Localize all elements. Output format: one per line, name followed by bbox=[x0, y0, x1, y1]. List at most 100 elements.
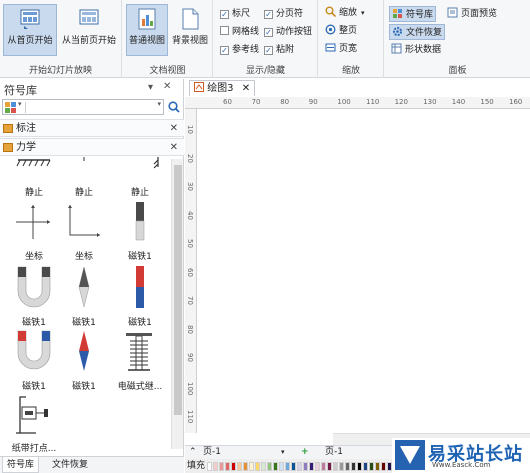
ruler-checkbox[interactable]: ✓ 标尺 bbox=[220, 6, 250, 22]
search-icon[interactable] bbox=[168, 101, 180, 113]
ruler-tick-label: 40 bbox=[186, 210, 194, 220]
shape-item[interactable]: 磁铁1 bbox=[112, 265, 168, 328]
color-swatch[interactable] bbox=[255, 462, 260, 471]
panel-tabs: 符号库 文件恢复 bbox=[0, 456, 184, 473]
compass-needle-icon bbox=[78, 266, 90, 308]
color-swatch[interactable] bbox=[279, 462, 284, 471]
zoom-group: 缩放 ▾ 整页 页宽 缩放 bbox=[319, 0, 384, 78]
color-swatch[interactable] bbox=[327, 462, 332, 471]
color-swatch[interactable] bbox=[207, 462, 212, 471]
search-dropdown-icon[interactable]: ▾ bbox=[157, 100, 161, 108]
shape-label: 电磁式继... bbox=[117, 382, 163, 392]
color-swatch[interactable] bbox=[303, 462, 308, 471]
bar-magnet-vertical-icon bbox=[135, 202, 145, 241]
color-swatch[interactable] bbox=[363, 462, 368, 471]
snap-checkbox[interactable]: ✓ 粘附 bbox=[264, 42, 294, 58]
action-buttons-checkbox[interactable]: ✓ 动作按钮 bbox=[264, 24, 312, 40]
ruler-tick-label: 110 bbox=[186, 410, 194, 424]
zoom-button[interactable]: 缩放 ▾ bbox=[325, 5, 365, 21]
color-swatch[interactable] bbox=[231, 462, 236, 471]
color-swatch[interactable] bbox=[315, 462, 320, 471]
color-swatch[interactable] bbox=[237, 462, 242, 471]
normal-view-button[interactable]: 普通视图 bbox=[126, 4, 168, 56]
tab-file-recovery[interactable]: 文件恢复 bbox=[48, 457, 92, 473]
gridlines-checkbox[interactable]: 网格线 bbox=[220, 24, 259, 40]
color-swatch[interactable] bbox=[321, 462, 326, 471]
color-swatch[interactable] bbox=[261, 462, 266, 471]
shape-data-button[interactable]: 形状数据 bbox=[391, 42, 441, 58]
ruler-tick-label: 20 bbox=[186, 153, 194, 163]
axis-corner-icon bbox=[68, 205, 100, 237]
shape-item[interactable]: 纸带打点... bbox=[6, 393, 62, 454]
add-page-icon[interactable]: + bbox=[301, 446, 309, 459]
background-view-icon bbox=[182, 8, 199, 30]
color-swatch[interactable] bbox=[225, 462, 230, 471]
page-preview-button[interactable]: 页面预览 bbox=[447, 6, 497, 22]
color-swatch[interactable] bbox=[375, 462, 380, 471]
category-dropdown-icon[interactable]: ▾ bbox=[18, 100, 22, 108]
start-from-first-button[interactable]: 从首页开始 bbox=[3, 4, 57, 56]
page-tab[interactable]: 页-1 bbox=[325, 446, 343, 459]
color-swatch[interactable] bbox=[249, 462, 254, 471]
u-magnet-icon bbox=[17, 266, 51, 308]
page-width-button[interactable]: 页宽 bbox=[325, 41, 357, 57]
color-swatch[interactable] bbox=[357, 462, 362, 471]
color-swatch[interactable] bbox=[297, 462, 302, 471]
color-swatch[interactable] bbox=[243, 462, 248, 471]
ruler-tick-label: 70 bbox=[251, 98, 261, 106]
page-dropdown-icon[interactable]: ▾ bbox=[281, 446, 285, 459]
file-recovery-label: 文件恢复 bbox=[406, 28, 443, 38]
whole-page-button[interactable]: 整页 bbox=[325, 23, 357, 39]
coil-relay-icon bbox=[126, 333, 152, 371]
color-swatch[interactable] bbox=[369, 462, 374, 471]
color-swatch[interactable] bbox=[381, 462, 386, 471]
file-recovery-button[interactable]: 文件恢复 bbox=[389, 24, 446, 40]
ruler-tick-label: 100 bbox=[186, 381, 194, 395]
page-bar-up-icon[interactable]: ⌃ bbox=[189, 446, 197, 459]
pagebreak-check-icon: ✓ bbox=[264, 10, 273, 19]
color-swatch[interactable] bbox=[219, 462, 224, 471]
category-close-icon[interactable]: ✕ bbox=[170, 120, 178, 137]
shape-item[interactable]: 磁铁1 bbox=[112, 201, 168, 262]
document-tab[interactable]: 绘图3 ✕ bbox=[189, 80, 256, 96]
symbol-library-label: 符号库 bbox=[406, 10, 434, 20]
pagebreak-checkbox[interactable]: ✓ 分页符 bbox=[264, 6, 303, 22]
color-swatch[interactable] bbox=[213, 462, 218, 471]
document-tab-close-icon[interactable]: ✕ bbox=[242, 83, 250, 94]
color-swatch[interactable] bbox=[333, 462, 338, 471]
drawing-icon bbox=[194, 82, 204, 92]
guides-checkbox[interactable]: ✓ 参考线 bbox=[220, 42, 259, 58]
color-swatch[interactable] bbox=[339, 462, 344, 471]
snap-check-icon: ✓ bbox=[264, 46, 273, 55]
action-buttons-label: 动作按钮 bbox=[276, 27, 313, 37]
category-close-icon[interactable]: ✕ bbox=[170, 139, 178, 156]
showhide-group: ✓ 标尺 ✓ 分页符 网格线 ✓ 动作按钮 ✓ 参考线 ✓ 粘附 显示/隐藏 bbox=[214, 0, 318, 78]
color-swatch[interactable] bbox=[309, 462, 314, 471]
start-from-current-button[interactable]: 从当前页开始 bbox=[58, 4, 120, 56]
docview-group: 普通视图 背景视图 文档视图 bbox=[123, 0, 213, 78]
color-swatch[interactable] bbox=[345, 462, 350, 471]
panel-scrollbar[interactable] bbox=[171, 159, 183, 449]
shape-label: 纸带打点... bbox=[11, 444, 57, 454]
color-swatch[interactable] bbox=[273, 462, 278, 471]
category-header-mechanics[interactable]: 力学 ✕ bbox=[0, 138, 184, 156]
shape-label: 静止 bbox=[130, 188, 149, 198]
shape-item[interactable]: 电磁式继... bbox=[112, 329, 168, 392]
ruler-tick-label: 90 bbox=[308, 98, 318, 106]
whole-page-icon bbox=[325, 24, 336, 35]
shape-item[interactable]: 静止 bbox=[112, 157, 168, 198]
color-swatch[interactable] bbox=[267, 462, 272, 471]
panel-scrollbar-thumb[interactable] bbox=[174, 165, 182, 415]
watermark-logo-icon bbox=[395, 440, 425, 470]
panel-pin-icon[interactable]: ▾ bbox=[148, 82, 153, 93]
color-swatch[interactable] bbox=[351, 462, 356, 471]
ribbon: 从首页开始 从当前页开始 开始幻灯片放映 普通视图 背景视图 文档视图 ✓ 标尺… bbox=[0, 0, 530, 78]
background-view-button[interactable]: 背景视图 bbox=[169, 4, 211, 56]
search-input[interactable]: ▾ ▾ bbox=[2, 99, 164, 115]
color-swatch[interactable] bbox=[291, 462, 296, 471]
tab-symbol-library[interactable]: 符号库 bbox=[2, 457, 40, 473]
category-header-annotation[interactable]: 标注 ✕ bbox=[0, 119, 184, 137]
color-swatch[interactable] bbox=[285, 462, 290, 471]
symbol-library-button[interactable]: 符号库 bbox=[389, 6, 437, 22]
panel-close-icon[interactable]: ✕ bbox=[163, 81, 171, 92]
